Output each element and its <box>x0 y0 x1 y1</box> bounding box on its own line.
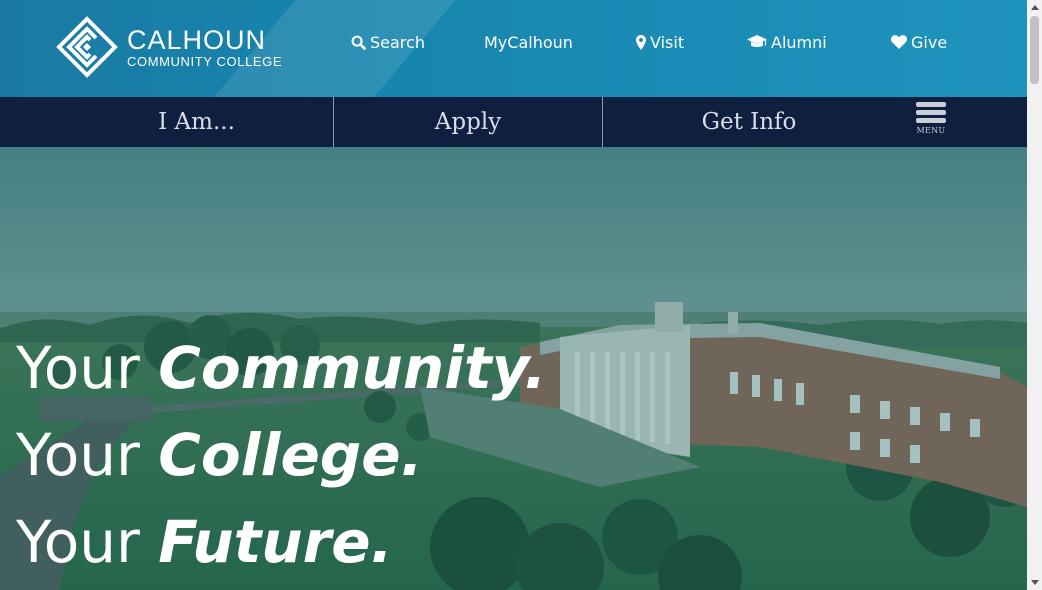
hero-tagline-emphasis: Future. <box>158 508 393 576</box>
logo-text: CALHOUN COMMUNITY COLLEGE <box>127 24 283 69</box>
hero-banner: Your Community. Your College. Your Futur… <box>0 147 1027 590</box>
utility-nav-alumni[interactable]: Alumni <box>747 30 827 54</box>
utility-nav-mycalhoun[interactable]: MyCalhoun <box>484 30 573 54</box>
hero-tagline-emphasis: Community. <box>158 334 547 402</box>
college-name: CALHOUN <box>127 24 267 55</box>
page-scrollbar[interactable] <box>1027 0 1042 590</box>
calhoun-c-logo-icon <box>56 16 118 78</box>
hero-tagline-emphasis: College. <box>158 421 423 489</box>
top-header: CALHOUN COMMUNITY COLLEGE Search MyCalho… <box>0 0 1027 97</box>
hero-tagline-prefix: Your <box>16 508 159 576</box>
map-marker-icon <box>636 34 646 50</box>
utility-nav-alumni-label: Alumni <box>771 32 827 52</box>
college-logo-link[interactable]: CALHOUN COMMUNITY COLLEGE <box>56 16 306 78</box>
nav-i-am[interactable]: I Am... <box>60 97 333 147</box>
utility-nav-visit-label: Visit <box>650 32 685 52</box>
menu-button[interactable]: MENU <box>913 100 949 142</box>
hero-tagline-prefix: Your <box>16 421 159 489</box>
scroll-up-button[interactable] <box>1027 0 1042 15</box>
menu-label: MENU <box>916 126 946 135</box>
search-icon <box>351 35 366 50</box>
hero-tagline-prefix: Your <box>16 334 159 402</box>
hero-tagline-college: Your College. <box>16 426 423 484</box>
utility-nav-visit[interactable]: Visit <box>636 30 684 54</box>
utility-nav-mycalhoun-label: MyCalhoun <box>484 32 573 52</box>
hamburger-icon <box>913 100 949 123</box>
utility-nav-give[interactable]: Give <box>891 30 947 54</box>
primary-nav: I Am... Apply Get Info MENU <box>0 97 1027 147</box>
nav-apply[interactable]: Apply <box>334 97 602 147</box>
graduation-cap-icon <box>747 35 767 47</box>
scroll-down-button[interactable] <box>1027 575 1042 590</box>
scroll-up-arrow-icon <box>1030 5 1039 10</box>
scroll-down-arrow-icon <box>1030 580 1039 585</box>
utility-nav-give-label: Give <box>911 32 948 52</box>
hero-tagline-community: Your Community. <box>16 339 546 397</box>
scrollbar-thumb[interactable] <box>1030 16 1039 84</box>
college-subtitle: COMMUNITY COLLEGE <box>127 53 283 69</box>
hero-tagline-future: Your Future. <box>16 513 393 571</box>
heart-icon <box>891 35 907 49</box>
page: CALHOUN COMMUNITY COLLEGE Search MyCalho… <box>0 0 1027 590</box>
nav-get-info[interactable]: Get Info <box>603 97 895 147</box>
utility-nav-search-label: Search <box>370 32 425 52</box>
utility-nav-search[interactable]: Search <box>351 30 425 54</box>
